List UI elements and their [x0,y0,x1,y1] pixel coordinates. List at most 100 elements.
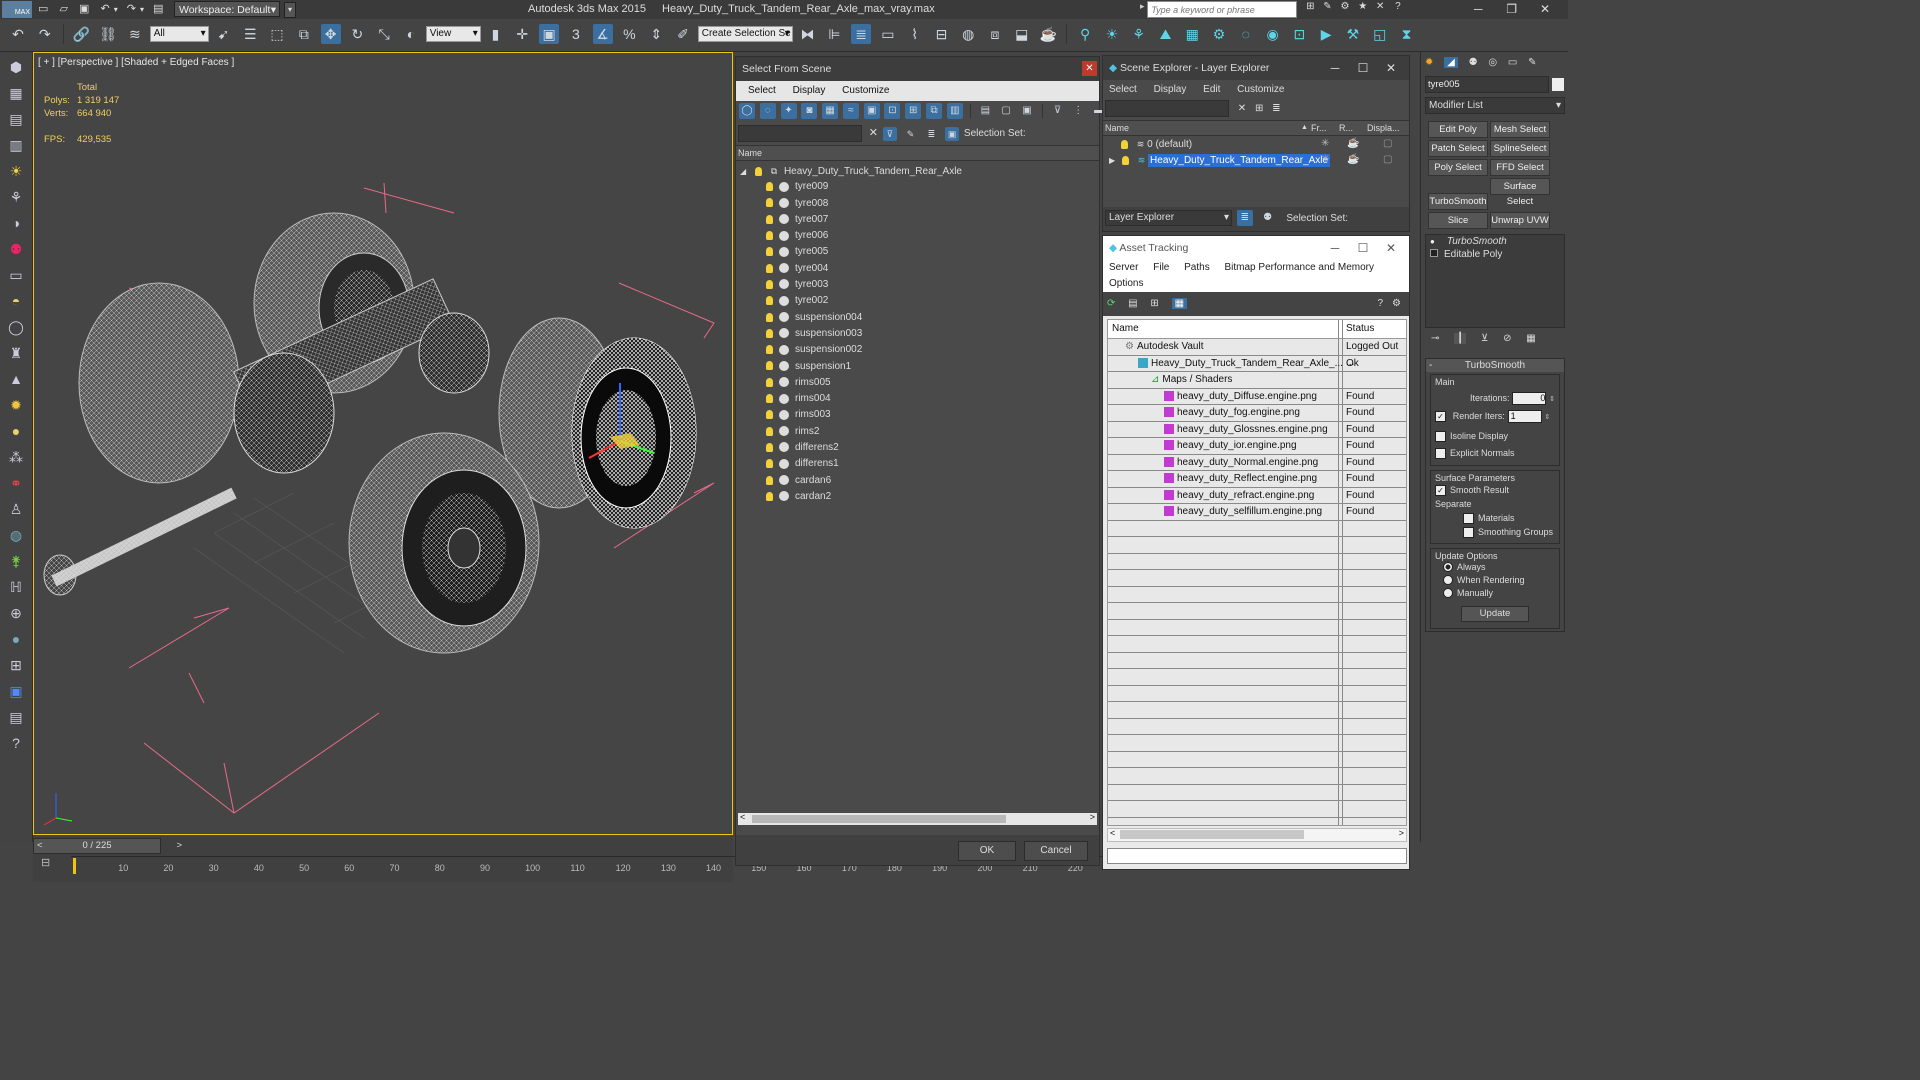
asset-row[interactable]: heavy_duty_refract.engine.png Found [1108,488,1406,504]
light-bulb-icon[interactable] [766,214,773,224]
vray-settings-icon[interactable]: ⚒ [1343,24,1363,44]
se-freeze-icon[interactable]: ✳ [1321,136,1329,152]
always-radio[interactable] [1443,562,1453,573]
filter-icon[interactable]: ⊽ [1050,103,1066,119]
at-grid-view-icon[interactable]: ▦ [1171,298,1188,309]
paint-icon[interactable]: ▲ [5,368,27,390]
rotate-icon[interactable]: ↻ [347,24,367,44]
cp-utilities-tab-icon[interactable]: ✎ [1528,57,1536,68]
light-bulb-icon[interactable] [766,328,773,338]
se-layer-tool-icon[interactable]: ≣ [1272,103,1280,114]
toggle-curve-icon[interactable]: ⊟ [41,856,50,869]
isoline-display-checkbox[interactable] [1435,430,1446,442]
light-bulb-icon[interactable] [754,166,762,176]
modifier-button[interactable]: Edit Poly [1428,121,1488,138]
vray-material-icon[interactable]: ◉ [1263,24,1283,44]
se-menu-customize[interactable]: Customize [1237,84,1284,95]
sfs-menu-customize[interactable]: Customize [842,85,889,96]
prev-frame-icon[interactable]: < [37,839,43,853]
at-close-icon[interactable]: ✕ [1377,236,1405,260]
light-bulb-icon[interactable] [766,263,773,273]
viewport-layouts-icon[interactable]: ▣ [5,680,27,702]
modifier-button[interactable]: Patch Select [1428,140,1488,157]
next-frame-icon[interactable]: > [176,839,182,853]
se-render-teapot-icon[interactable]: ☕ [1347,152,1359,168]
se-titlebar[interactable]: ◆ Scene Explorer - Layer Explorer ─ ☐ ✕ [1103,56,1409,80]
sfs-object-row[interactable]: suspension002 [736,342,1099,358]
light-bulb-icon[interactable] [766,394,773,404]
ribbon-icon[interactable]: ▭ [878,24,898,44]
stack-item-turbosmooth[interactable]: ● TurboSmooth [1426,235,1564,248]
sfs-object-row[interactable]: tyre005 [736,244,1099,260]
asset-row[interactable]: heavy_duty_fog.engine.png Found [1108,405,1406,422]
light-bulb-icon[interactable] [766,247,773,257]
display-helpers-icon[interactable]: ▦ [822,103,839,119]
sfs-object-row[interactable]: cardan6 [736,473,1099,489]
sfs-close-icon[interactable]: ✕ [1082,61,1097,76]
light-bulb-icon[interactable] [766,377,773,387]
vray-sphere-icon[interactable]: ⚙ [1209,24,1229,44]
iterations-spinner[interactable]: 0 [1512,391,1547,405]
sfs-object-row[interactable]: tyre002 [736,293,1099,309]
utilities-icon[interactable]: ◯ [5,316,27,338]
vray-frame-buffer-icon[interactable]: ◌ [1236,24,1256,44]
sfs-object-row[interactable]: tyre006 [736,228,1099,244]
sfs-object-row[interactable]: differens2 [736,440,1099,456]
modifier-button[interactable]: Unwrap UVW [1490,212,1550,229]
favorites-icon[interactable]: ★ [1358,1,1367,12]
sfs-cancel-button[interactable]: Cancel [1024,841,1088,861]
pin-stack-icon[interactable]: ⊸ [1431,333,1439,344]
light-bulb-icon[interactable] [766,361,773,371]
undo-icon[interactable]: ↶ [8,24,28,44]
display-bones-icon[interactable]: ⊞ [905,103,922,119]
render-setup-icon[interactable]: ⧈ [985,24,1005,44]
se-menu-select[interactable]: Select [1109,84,1137,95]
at-minimize-icon[interactable]: ─ [1321,236,1349,260]
perspective-viewport[interactable]: [ + ] [Perspective ] [Shaded + Edged Fac… [33,52,733,835]
modifier-button[interactable]: FFD Select [1490,159,1550,176]
truck-axle-model[interactable] [34,53,733,835]
modifier-list-dropdown[interactable]: Modifier List ▾ [1425,97,1565,114]
se-selected-layer[interactable]: Heavy_Duty_Truck_Tandem_Rear_Axle [1148,154,1331,167]
move-icon[interactable]: ✥ [320,24,341,45]
asset-row[interactable]: heavy_duty_Normal.engine.png Found [1108,455,1406,471]
display-lights-icon[interactable]: ✦ [780,103,797,119]
systems-icon[interactable]: ◑ [5,212,27,234]
vray-light-icon[interactable]: ⚲ [1075,24,1095,44]
display-geometry-icon[interactable]: ◯ [739,103,755,119]
minimize-icon[interactable]: ─ [1463,0,1493,19]
smooth-result-checkbox[interactable]: ✓ [1435,484,1446,496]
selection-filter-dropdown[interactable]: All [149,26,209,43]
se-light-bulb-icon[interactable] [1121,139,1128,149]
se-display-icon[interactable]: ▢ [1383,152,1392,168]
at-table-icon[interactable]: ⊞ [1150,298,1158,309]
se-explorer-mode-dropdown[interactable]: Layer Explorer [1105,210,1232,227]
sfs-ok-button[interactable]: OK [958,841,1016,861]
cp-modify-tab-icon[interactable]: ◢ [1444,57,1458,68]
sfs-object-row[interactable]: tyre007 [736,212,1099,228]
asset-row[interactable]: ⊿ Maps / Shaders [1108,372,1406,389]
open-file-icon[interactable]: ▱ [59,3,67,15]
binoculars-icon[interactable]: ⊞ [1306,1,1314,12]
asset-row[interactable]: heavy_duty_ior.engine.png Found [1108,438,1406,455]
light-bulb-small-icon[interactable]: ● [1430,237,1435,246]
motion-icon[interactable]: ▭ [5,264,27,286]
asset-icon[interactable]: ▤ [5,706,27,728]
vray-fur-icon[interactable]: ⚘ [1129,24,1149,44]
display-frozen-icon[interactable]: ▥ [946,103,963,119]
at-hscroll[interactable]: < > [1107,828,1407,842]
se-find-icon[interactable]: ⊞ [1255,103,1263,114]
at-col-status[interactable]: Status [1346,320,1374,338]
at-help-icon[interactable]: ? [1377,292,1383,316]
tools-icon[interactable]: ✎ [1323,1,1331,12]
light-bulb-icon[interactable] [766,182,773,192]
se-layer-row[interactable]: ▶ ≋ Heavy_Duty_Truck_Tandem_Rear_Axle ✳ … [1103,152,1409,168]
se-maximize-icon[interactable]: ☐ [1349,56,1377,80]
cameras-icon[interactable]: ▥ [5,134,27,156]
modifier-button[interactable]: TurboSmooth [1428,193,1488,210]
select-all-icon[interactable]: ▤ [977,103,993,119]
link-icon[interactable]: 🔗 [71,24,91,44]
angle-snap-icon[interactable]: ∡ [592,24,613,45]
sfs-object-row[interactable]: tyre009 [736,179,1099,195]
make-unique-icon[interactable]: ⊻ [1481,333,1488,344]
